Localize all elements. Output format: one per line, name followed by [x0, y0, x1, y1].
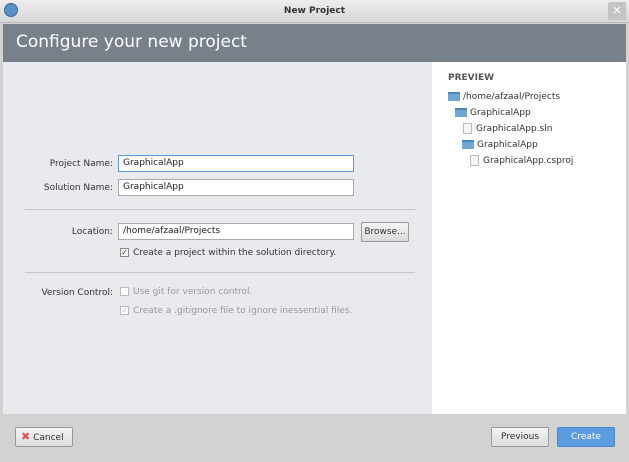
file-icon: [470, 155, 479, 166]
tree-item: GraphicalApp.csproj: [470, 153, 573, 169]
create-within-checkbox[interactable]: ✓ Create a project within the solution di…: [120, 248, 336, 258]
tree-item: GraphicalApp: [455, 105, 531, 121]
cancel-label: Cancel: [33, 433, 64, 443]
tree-item: GraphicalApp: [462, 137, 538, 153]
cancel-icon: ✖: [21, 430, 31, 443]
checkbox-checked-icon[interactable]: ✓: [120, 306, 129, 315]
file-icon: [463, 123, 472, 134]
cancel-button[interactable]: ✖ Cancel: [15, 427, 73, 447]
close-icon[interactable]: ✕: [608, 2, 626, 20]
tree-item-label: GraphicalApp.csproj: [483, 156, 574, 166]
tree-item-label: GraphicalApp: [470, 108, 531, 118]
divider: [25, 272, 415, 273]
page-title: Configure your new project: [3, 24, 626, 62]
gitignore-checkbox[interactable]: ✓ Create a .gitignore file to ignore ines…: [120, 306, 352, 316]
form-panel: Project Name: GraphicalApp Solution Name…: [3, 62, 432, 414]
window-title: New Project: [283, 6, 346, 16]
location-label: Location:: [71, 227, 113, 237]
preview-title: PREVIEW: [448, 73, 495, 83]
previous-button[interactable]: Previous: [491, 427, 549, 447]
folder-icon: [448, 92, 460, 101]
browse-button[interactable]: Browse...: [361, 222, 409, 242]
use-git-checkbox[interactable]: Use git for version control.: [120, 287, 252, 297]
solution-name-input[interactable]: GraphicalApp: [118, 179, 354, 196]
project-name-input[interactable]: GraphicalApp: [118, 155, 354, 172]
project-name-label: Project Name:: [49, 159, 113, 169]
folder-icon: [462, 140, 474, 149]
version-control-label: Version Control:: [41, 288, 113, 298]
folder-icon: [455, 108, 467, 117]
divider: [25, 209, 415, 210]
gitignore-label: Create a .gitignore file to ignore iness…: [133, 306, 353, 316]
use-git-label: Use git for version control.: [133, 287, 253, 297]
tree-item-label: GraphicalApp: [477, 140, 538, 150]
preview-panel: PREVIEW /home/afzaal/Projects GraphicalA…: [432, 62, 626, 414]
checkbox-checked-icon[interactable]: ✓: [120, 248, 129, 257]
checkbox-icon[interactable]: [120, 287, 129, 296]
location-input[interactable]: /home/afzaal/Projects: [118, 223, 354, 240]
solution-name-label: Solution Name:: [43, 183, 113, 193]
create-within-label: Create a project within the solution dir…: [133, 248, 337, 258]
title-bar: New Project ✕: [0, 0, 629, 23]
create-button[interactable]: Create: [557, 427, 615, 447]
tree-item-label: /home/afzaal/Projects: [463, 92, 561, 102]
tree-item: /home/afzaal/Projects: [448, 89, 560, 105]
tree-item: GraphicalApp.sln: [463, 121, 552, 137]
tree-item-label: GraphicalApp.sln: [476, 124, 553, 134]
